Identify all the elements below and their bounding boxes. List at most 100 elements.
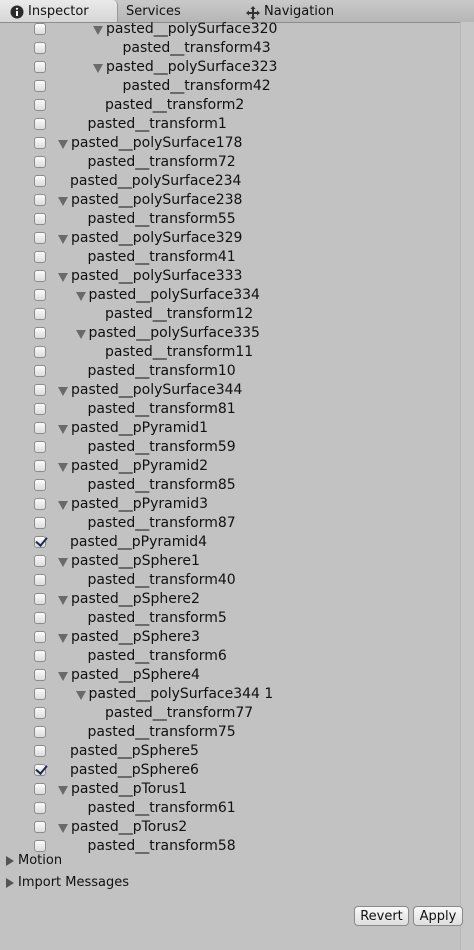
row-checkbox[interactable] (34, 707, 46, 719)
row-checkbox[interactable] (34, 251, 46, 263)
tree-row[interactable]: pasted__transform12 (0, 305, 460, 324)
expand-triangle-icon[interactable] (58, 634, 68, 643)
tree-row[interactable]: pasted__pSphere6 (0, 761, 460, 780)
tree-row[interactable]: pasted__polySurface329 (0, 229, 460, 248)
expand-triangle-icon[interactable] (58, 501, 68, 510)
expand-triangle-icon[interactable] (58, 786, 68, 795)
tree-row[interactable]: pasted__pPyramid1 (0, 419, 460, 438)
row-checkbox[interactable] (34, 327, 46, 339)
row-checkbox[interactable] (34, 289, 46, 301)
row-checkbox[interactable] (34, 441, 46, 453)
row-checkbox[interactable] (34, 726, 46, 738)
tree-row[interactable]: pasted__pTorus1 (0, 780, 460, 799)
row-checkbox[interactable] (34, 422, 46, 434)
tree-row[interactable]: pasted__polySurface178 (0, 134, 460, 153)
expand-triangle-icon[interactable] (58, 197, 68, 206)
tab-inspector[interactable]: Inspector (0, 0, 118, 22)
row-checkbox[interactable] (34, 745, 46, 757)
expand-triangle-icon[interactable] (93, 26, 103, 35)
row-checkbox[interactable] (34, 479, 46, 491)
expand-triangle-icon[interactable] (58, 558, 68, 567)
row-checkbox[interactable] (34, 498, 46, 510)
tree-row[interactable]: pasted__transform75 (0, 723, 460, 742)
expand-triangle-icon[interactable] (93, 64, 103, 73)
revert-button[interactable]: Revert (354, 906, 409, 926)
tab-services[interactable]: Services (117, 0, 237, 22)
tree-row[interactable]: pasted__transform41 (0, 248, 460, 267)
row-checkbox[interactable] (34, 175, 46, 187)
row-checkbox[interactable] (34, 137, 46, 149)
tree-row[interactable]: pasted__transform11 (0, 343, 460, 362)
expand-triangle-icon[interactable] (58, 273, 68, 282)
row-checkbox[interactable] (34, 612, 46, 624)
row-checkbox[interactable] (34, 232, 46, 244)
row-checkbox[interactable] (34, 536, 46, 548)
tree-row[interactable]: pasted__polySurface344 (0, 381, 460, 400)
row-checkbox[interactable] (34, 42, 46, 54)
row-checkbox[interactable] (34, 631, 46, 643)
row-checkbox[interactable] (34, 783, 46, 795)
expand-triangle-icon[interactable] (58, 824, 68, 833)
expand-triangle-icon[interactable] (58, 235, 68, 244)
row-checkbox[interactable] (34, 802, 46, 814)
row-checkbox[interactable] (34, 593, 46, 605)
section-import-messages[interactable]: Import Messages (0, 874, 460, 892)
expand-triangle-icon[interactable] (58, 140, 68, 149)
tree-row[interactable]: pasted__pPyramid2 (0, 457, 460, 476)
row-checkbox[interactable] (34, 118, 46, 130)
expand-triangle-icon[interactable] (58, 672, 68, 681)
row-checkbox[interactable] (34, 270, 46, 282)
apply-button[interactable]: Apply (413, 906, 463, 926)
row-checkbox[interactable] (34, 688, 46, 700)
tree-row[interactable]: pasted__polySurface335 (0, 324, 460, 343)
tree-row[interactable]: pasted__transform87 (0, 514, 460, 533)
section-motion[interactable]: Motion (0, 852, 460, 870)
row-checkbox[interactable] (34, 460, 46, 472)
tree-row[interactable]: pasted__transform2 (0, 96, 460, 115)
tree-row[interactable]: pasted__pSphere5 (0, 742, 460, 761)
tree-row[interactable]: pasted__pSphere2 (0, 590, 460, 609)
tree-row[interactable]: pasted__transform42 (0, 77, 460, 96)
tree-row[interactable]: pasted__polySurface234 (0, 172, 460, 191)
tree-row[interactable]: pasted__pSphere3 (0, 628, 460, 647)
tree-row[interactable]: pasted__transform5 (0, 609, 460, 628)
row-checkbox[interactable] (34, 194, 46, 206)
row-checkbox[interactable] (34, 840, 46, 852)
tree-row[interactable]: pasted__pPyramid4 (0, 533, 460, 552)
expand-triangle-icon[interactable] (75, 292, 86, 301)
tree-row[interactable]: pasted__transform72 (0, 153, 460, 172)
tree-row[interactable]: pasted__transform59 (0, 438, 460, 457)
tree-row[interactable]: pasted__pSphere4 (0, 666, 460, 685)
tree-row[interactable]: pasted__transform81 (0, 400, 460, 419)
tree-row[interactable]: pasted__polySurface344 1 (0, 685, 460, 704)
row-checkbox[interactable] (34, 346, 46, 358)
tree-row[interactable]: pasted__polySurface333 (0, 267, 460, 286)
row-checkbox[interactable] (34, 308, 46, 320)
tree-row[interactable]: pasted__transform6 (0, 647, 460, 666)
row-checkbox[interactable] (34, 669, 46, 681)
row-checkbox[interactable] (34, 650, 46, 662)
expand-triangle-icon[interactable] (58, 596, 68, 605)
expand-triangle-icon[interactable] (75, 691, 86, 700)
tree-row[interactable]: pasted__transform40 (0, 571, 460, 590)
row-checkbox[interactable] (34, 384, 46, 396)
expand-triangle-icon[interactable] (58, 463, 68, 472)
row-checkbox[interactable] (34, 574, 46, 586)
row-checkbox[interactable] (34, 156, 46, 168)
tree-row[interactable]: pasted__transform43 (0, 39, 460, 58)
row-checkbox[interactable] (34, 555, 46, 567)
tree-row[interactable]: pasted__transform77 (0, 704, 460, 723)
row-checkbox[interactable] (34, 99, 46, 111)
row-checkbox[interactable] (34, 764, 46, 776)
tree-row[interactable]: pasted__polySurface334 (0, 286, 460, 305)
row-checkbox[interactable] (34, 80, 46, 92)
row-checkbox[interactable] (34, 517, 46, 529)
tab-navigation[interactable]: Navigation (237, 0, 357, 22)
row-checkbox[interactable] (34, 365, 46, 377)
tree-row[interactable]: pasted__transform1 (0, 115, 460, 134)
tree-row[interactable]: pasted__polySurface238 (0, 191, 460, 210)
tree-row[interactable]: pasted__pTorus2 (0, 818, 460, 837)
scrollbar[interactable] (460, 22, 474, 950)
tree-row[interactable]: pasted__polySurface323 (0, 58, 460, 77)
tree-row[interactable]: pasted__transform85 (0, 476, 460, 495)
